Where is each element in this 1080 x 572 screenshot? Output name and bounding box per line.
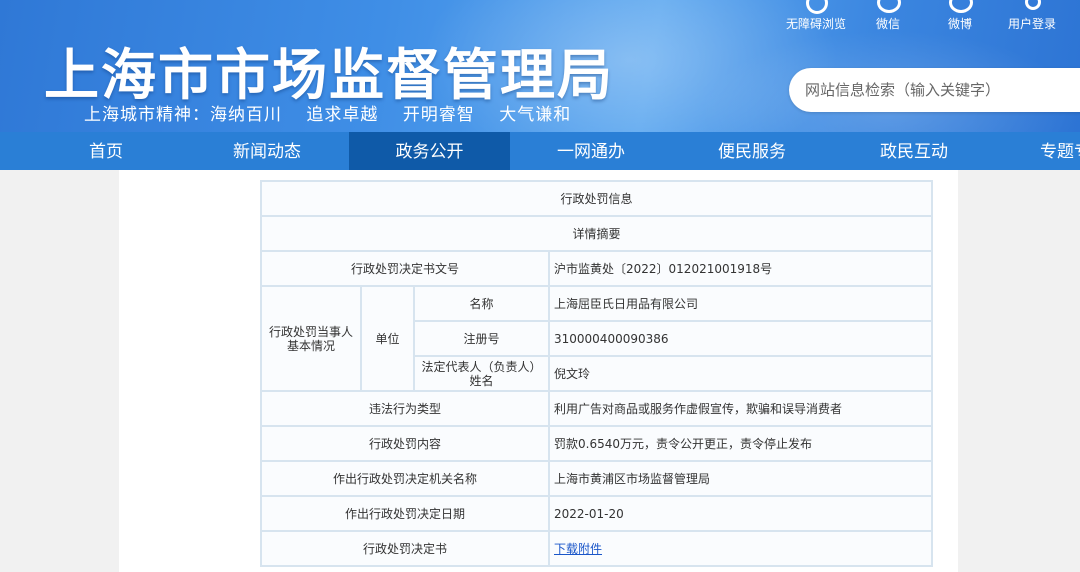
- legal-rep-label: 法定代表人（负责人）姓名: [413, 355, 550, 392]
- city-slogan: 上海城市精神：海纳百川 追求卓越 开明睿智 大气谦和: [84, 100, 589, 125]
- unit-label: 单位: [360, 285, 415, 392]
- slogan-part: 上海城市精神：海纳百川: [84, 105, 282, 125]
- weibo-link[interactable]: 微博: [924, 0, 996, 32]
- name-value: 上海屈臣氏日用品有限公司: [547, 285, 934, 322]
- decision-no-label: 行政处罚决定书文号: [260, 250, 550, 287]
- accessibility-icon: [803, 0, 829, 14]
- nav-item-gov-affairs[interactable]: 政务公开: [349, 132, 510, 170]
- party-info-label: 行政处罚当事人基本情况: [260, 285, 362, 392]
- slogan-part: 追求卓越: [306, 105, 379, 125]
- accessibility-label: 无障碍浏览: [785, 17, 846, 31]
- penalty-content-label: 行政处罚内容: [260, 425, 550, 462]
- wechat-link[interactable]: 微信: [852, 0, 924, 32]
- authority-value: 上海市黄浦区市场监督管理局: [547, 460, 934, 497]
- nav-item-news[interactable]: 新闻动态: [207, 132, 327, 170]
- decision-date-value: 2022-01-20: [547, 495, 934, 532]
- site-title: 上海市市场监督管理局: [44, 43, 615, 107]
- weibo-label: 微博: [947, 17, 972, 31]
- site-header: 上海市市场监督管理局 上海城市精神：海纳百川 追求卓越 开明睿智 大气谦和 无障…: [0, 0, 1080, 132]
- user-icon: [1019, 0, 1045, 14]
- user-login-label: 用户登录: [1007, 17, 1056, 31]
- violation-type-label: 违法行为类型: [260, 390, 550, 427]
- user-login-link[interactable]: 用户登录: [996, 0, 1068, 32]
- nav-item-home[interactable]: 首页: [46, 132, 166, 170]
- table-subtitle: 详情摘要: [259, 215, 934, 252]
- wechat-label: 微信: [875, 17, 900, 31]
- name-label: 名称: [413, 285, 550, 322]
- decision-document-cell: 下载附件: [547, 530, 934, 567]
- top-links: 无障碍浏览 微信 微博 用户登录: [780, 0, 1068, 32]
- decision-document-label: 行政处罚决定书: [260, 530, 550, 567]
- wechat-icon: [875, 0, 901, 14]
- decision-no-value: 沪市监黄处〔2022〕012021001918号: [547, 250, 934, 287]
- slogan-part: 开明睿智: [402, 105, 475, 125]
- slogan-part: 大气谦和: [499, 105, 572, 125]
- weibo-icon: [947, 0, 973, 14]
- nav-item-online-service[interactable]: 一网通办: [531, 132, 651, 170]
- authority-label: 作出行政处罚决定机关名称: [260, 460, 550, 497]
- site-search-input[interactable]: 网站信息检索（输入关键字）: [789, 68, 1080, 112]
- main-nav: 首页 新闻动态 政务公开 一网通办 便民服务 政民互动 专题专栏: [0, 132, 1080, 170]
- reg-no-label: 注册号: [413, 320, 550, 357]
- legal-rep-value: 倪文玲: [547, 355, 934, 392]
- table-title: 行政处罚信息: [259, 180, 934, 217]
- accessibility-link[interactable]: 无障碍浏览: [780, 0, 852, 32]
- nav-item-topics[interactable]: 专题专栏: [1040, 132, 1080, 170]
- decision-date-label: 作出行政处罚决定日期: [260, 495, 550, 532]
- reg-no-value: 310000400090386: [547, 320, 934, 357]
- nav-item-public-service[interactable]: 便民服务: [692, 132, 812, 170]
- penalty-content-value: 罚款0.6540万元，责令公开更正，责令停止发布: [547, 425, 934, 462]
- penalty-info-table: 行政处罚信息 详情摘要 行政处罚决定书文号 沪市监黄处〔2022〕0120210…: [259, 180, 934, 567]
- download-attachment-link[interactable]: 下载附件: [554, 542, 602, 556]
- nav-item-interaction[interactable]: 政民互动: [854, 132, 974, 170]
- violation-type-value: 利用广告对商品或服务作虚假宣传，欺骗和误导消费者: [547, 390, 934, 427]
